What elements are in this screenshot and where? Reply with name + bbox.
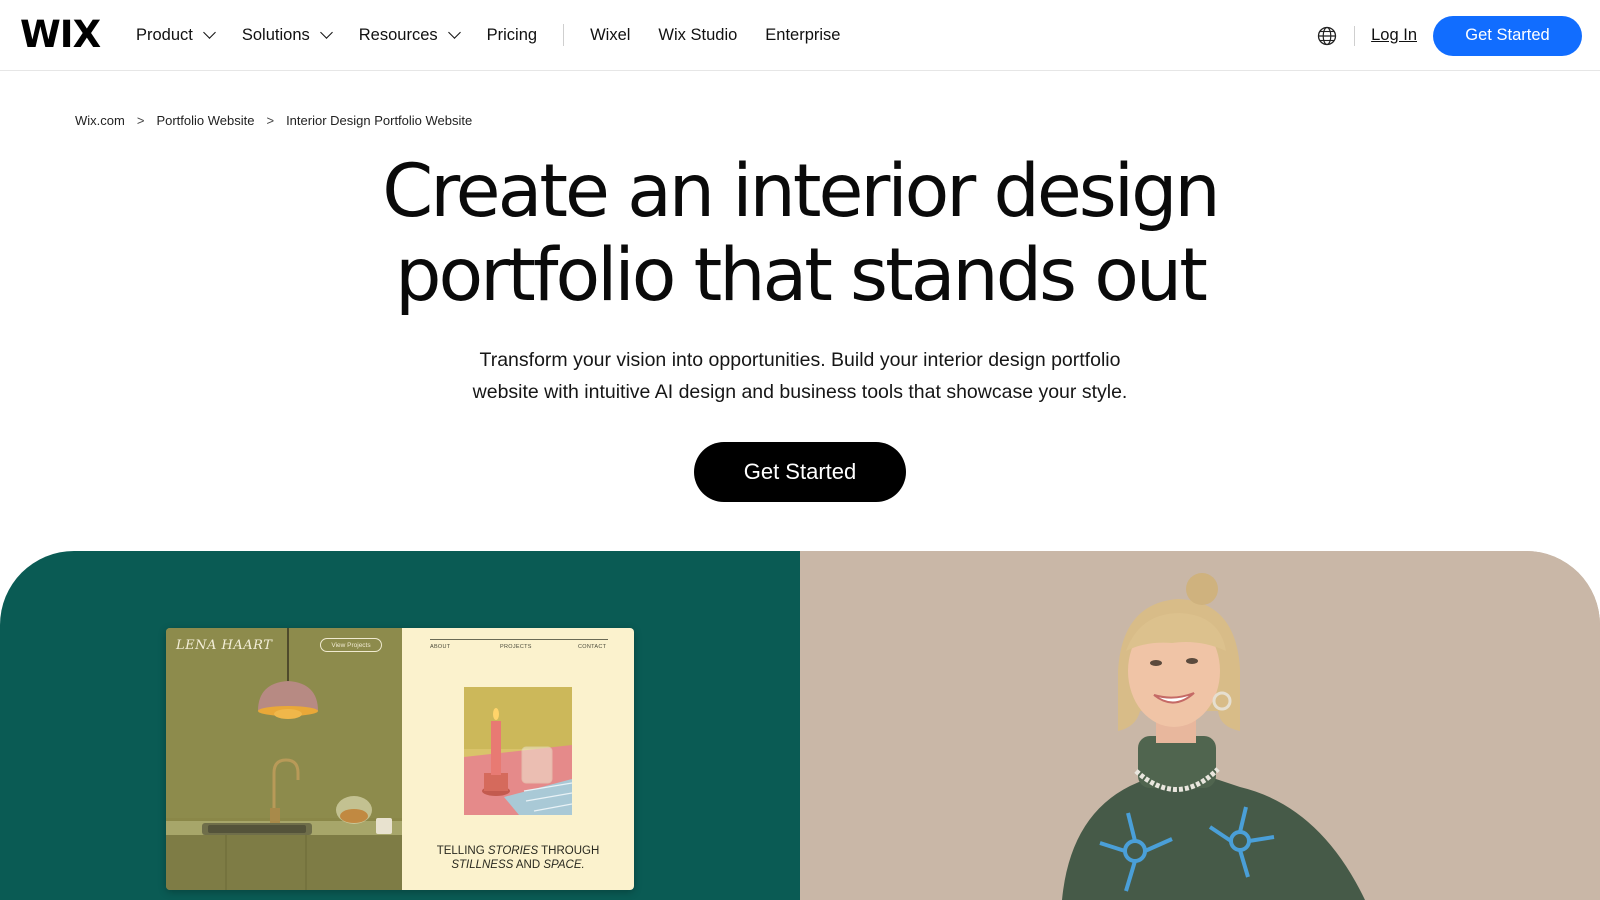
- teal-panel: LENA HAART View Projects ABOUT PROJECTS …: [0, 551, 800, 900]
- chevron-down-icon: [447, 26, 461, 39]
- hero-title-line-2: portfolio that stands out: [395, 233, 1208, 318]
- hero-title: Create an interior design portfolio that…: [0, 150, 1600, 318]
- nav-pricing-label: Pricing: [486, 25, 538, 44]
- header-actions: Log In Get Started: [1317, 0, 1600, 71]
- header-divider: [1354, 25, 1356, 46]
- nav-product-label: Product: [136, 25, 193, 44]
- breadcrumb: Wix.com > Portfolio Website > Interior D…: [75, 113, 472, 128]
- beige-panel: [800, 551, 1600, 900]
- candle-photo: [464, 687, 572, 815]
- nav-solutions-label: Solutions: [241, 25, 310, 44]
- template-menu-contact: CONTACT: [578, 644, 607, 650]
- nav-wixel[interactable]: Wixel: [590, 26, 630, 45]
- showcase-section: LENA HAART View Projects ABOUT PROJECTS …: [0, 551, 1600, 900]
- breadcrumb-current-page: Interior Design Portfolio Website: [286, 113, 473, 128]
- template-right-page: ABOUT PROJECTS CONTACT TELLING STORIES T…: [402, 628, 634, 890]
- breadcrumb-portfolio-website[interactable]: Portfolio Website: [156, 113, 254, 128]
- breadcrumb-separator: >: [266, 113, 275, 128]
- nav-pricing[interactable]: Pricing: [487, 26, 537, 45]
- kitchen-illustration: [166, 628, 402, 890]
- login-link[interactable]: Log In: [1371, 26, 1417, 45]
- caption-part: TELLING: [436, 845, 488, 857]
- caption-part: AND: [513, 859, 544, 871]
- nav-resources[interactable]: Resources: [358, 25, 461, 45]
- wix-logo[interactable]: WIX: [20, 15, 101, 55]
- caption-part-italic: SPACE.: [543, 859, 585, 871]
- nav-divider: [563, 24, 565, 46]
- breadcrumb-wix-com[interactable]: Wix.com: [75, 113, 125, 128]
- nav-enterprise[interactable]: Enterprise: [765, 26, 840, 45]
- designer-portrait: [800, 551, 1600, 900]
- template-divider: [430, 639, 608, 640]
- kitchen-photo: LENA HAART View Projects: [166, 628, 402, 890]
- template-menu-about: ABOUT: [430, 644, 451, 650]
- caption-part-italic: STORIES: [487, 845, 539, 857]
- nav-resources-label: Resources: [358, 25, 438, 44]
- breadcrumb-separator: >: [136, 113, 145, 128]
- template-menu-projects: PROJECTS: [500, 644, 532, 650]
- header-get-started-button[interactable]: Get Started: [1433, 15, 1582, 56]
- caption-part: THROUGH: [538, 845, 600, 857]
- globe-icon[interactable]: [1317, 26, 1337, 46]
- hero-get-started-button[interactable]: Get Started: [694, 442, 906, 502]
- main-nav: Product Solutions Resources Pricing Wixe…: [136, 22, 868, 48]
- nav-product[interactable]: Product: [136, 25, 216, 45]
- hero-title-line-1: Create an interior design: [382, 149, 1220, 234]
- hero-subtitle: Transform your vision into opportunities…: [400, 344, 1200, 408]
- chevron-down-icon: [319, 26, 333, 39]
- caption-part-italic: STILLNESS: [451, 859, 514, 871]
- template-brand-name: LENA HAART: [176, 638, 273, 653]
- hero-subtitle-line-2: website with intuitive AI design and bus…: [472, 381, 1128, 403]
- website-template-preview: LENA HAART View Projects ABOUT PROJECTS …: [166, 628, 634, 890]
- hero-subtitle-line-1: Transform your vision into opportunities…: [479, 349, 1121, 371]
- top-navigation-bar: WIX Product Solutions Resources Pricing …: [0, 0, 1600, 71]
- chevron-down-icon: [203, 26, 216, 39]
- template-caption: TELLING STORIES THROUGH STILLNESS AND SP…: [402, 844, 634, 872]
- nav-solutions[interactable]: Solutions: [241, 25, 333, 45]
- nav-wix-studio[interactable]: Wix Studio: [658, 26, 737, 45]
- template-view-projects-button: View Projects: [320, 638, 382, 652]
